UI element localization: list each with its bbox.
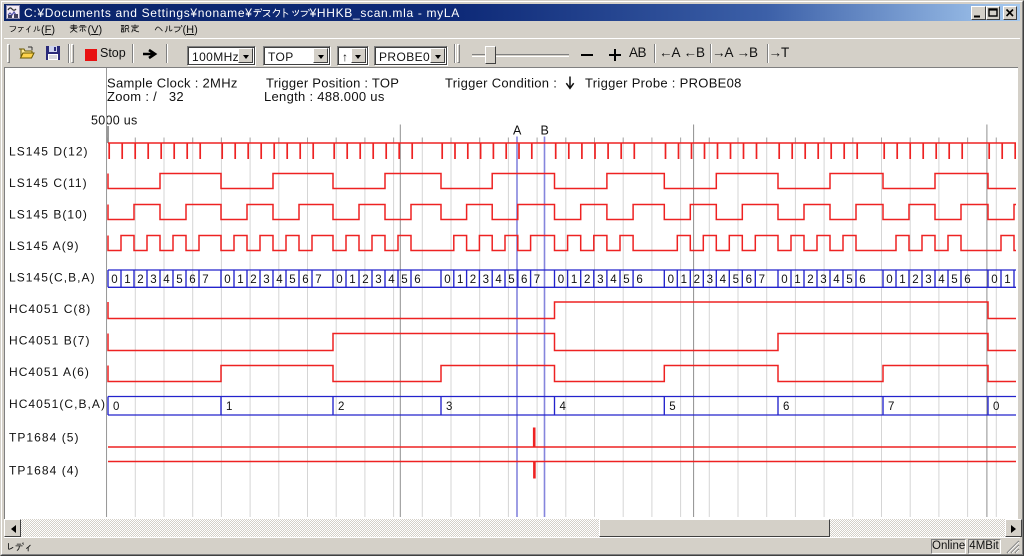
- svg-text:LS145 A(9): LS145 A(9): [9, 239, 80, 253]
- svg-text:5: 5: [508, 274, 514, 286]
- svg-text:0: 0: [444, 274, 450, 286]
- svg-text:3: 3: [375, 274, 381, 286]
- svg-text:A: A: [513, 124, 522, 138]
- svg-text:0: 0: [224, 274, 230, 286]
- svg-text:2: 2: [338, 401, 344, 413]
- svg-text:3: 3: [263, 274, 269, 286]
- svg-text:2: 2: [584, 274, 590, 286]
- svg-text:7: 7: [888, 401, 894, 413]
- svg-text:6: 6: [746, 274, 752, 286]
- svg-text:6: 6: [964, 274, 970, 286]
- svg-text:3: 3: [820, 274, 826, 286]
- svg-text:0: 0: [993, 401, 999, 413]
- svg-text:B: B: [541, 124, 549, 138]
- svg-text:5: 5: [289, 274, 295, 286]
- svg-text:1: 1: [457, 274, 463, 286]
- svg-text:5: 5: [401, 274, 407, 286]
- svg-text:6: 6: [859, 274, 865, 286]
- svg-text:1: 1: [1004, 274, 1010, 286]
- svg-text:2: 2: [807, 274, 813, 286]
- svg-text:6: 6: [636, 274, 642, 286]
- svg-text:5: 5: [669, 401, 675, 413]
- svg-text:5: 5: [623, 274, 629, 286]
- svg-text:LS145 C(11): LS145 C(11): [9, 176, 88, 190]
- svg-text:0: 0: [336, 274, 342, 286]
- svg-text:2: 2: [137, 274, 143, 286]
- svg-text:1: 1: [237, 274, 243, 286]
- svg-text:5: 5: [176, 274, 182, 286]
- svg-text:LS145 D(12): LS145 D(12): [9, 145, 89, 159]
- svg-text:3: 3: [483, 274, 489, 286]
- svg-text:5: 5: [846, 274, 852, 286]
- svg-text:0: 0: [111, 274, 117, 286]
- svg-text:0: 0: [781, 274, 787, 286]
- svg-text:5: 5: [951, 274, 957, 286]
- svg-text:7: 7: [759, 274, 765, 286]
- svg-text:3: 3: [597, 274, 603, 286]
- svg-text:2: 2: [250, 274, 256, 286]
- svg-text:1: 1: [226, 401, 232, 413]
- svg-text:7: 7: [534, 274, 540, 286]
- svg-text:Zoom : / 32: Zoom : / 32: [107, 89, 184, 104]
- svg-text:2: 2: [470, 274, 476, 286]
- svg-text:4: 4: [388, 274, 395, 286]
- svg-text:HC4051 B(7): HC4051 B(7): [9, 334, 91, 348]
- svg-text:4: 4: [833, 274, 840, 286]
- svg-text:7: 7: [315, 274, 321, 286]
- svg-text:3: 3: [925, 274, 931, 286]
- svg-text:LS145 B(10): LS145 B(10): [9, 208, 88, 222]
- svg-text:3: 3: [707, 274, 713, 286]
- svg-text:0: 0: [991, 274, 997, 286]
- svg-text:4: 4: [938, 274, 945, 286]
- svg-text:6: 6: [302, 274, 308, 286]
- svg-text:HC4051 C(8): HC4051 C(8): [9, 302, 91, 316]
- svg-text:Trigger Condition :: Trigger Condition :: [445, 76, 557, 91]
- svg-text:4: 4: [495, 274, 502, 286]
- svg-text:6: 6: [189, 274, 195, 286]
- svg-text:1: 1: [124, 274, 130, 286]
- svg-text:Length : 488.000 us: Length : 488.000 us: [264, 89, 385, 104]
- svg-text:4: 4: [163, 274, 170, 286]
- svg-text:5: 5: [733, 274, 739, 286]
- svg-text:HC4051 A(6): HC4051 A(6): [9, 365, 90, 379]
- svg-text:2: 2: [362, 274, 368, 286]
- svg-text:0: 0: [668, 274, 674, 286]
- svg-text:6: 6: [521, 274, 527, 286]
- svg-text:4: 4: [720, 274, 727, 286]
- svg-text:1: 1: [681, 274, 687, 286]
- svg-text:1: 1: [794, 274, 800, 286]
- svg-text:4: 4: [276, 274, 283, 286]
- svg-text:4: 4: [610, 274, 617, 286]
- svg-text:LS145(C,B,A): LS145(C,B,A): [9, 271, 96, 285]
- svg-text:5000 us: 5000 us: [91, 114, 138, 128]
- svg-text:2: 2: [694, 274, 700, 286]
- svg-text:1: 1: [349, 274, 355, 286]
- svg-text:1: 1: [899, 274, 905, 286]
- svg-text:6: 6: [414, 274, 420, 286]
- svg-text:Trigger Probe : PROBE08: Trigger Probe : PROBE08: [585, 76, 742, 91]
- svg-text:3: 3: [446, 401, 452, 413]
- svg-text:0: 0: [886, 274, 892, 286]
- svg-text:0: 0: [113, 401, 119, 413]
- svg-text:2: 2: [912, 274, 918, 286]
- svg-text:4: 4: [560, 401, 567, 413]
- svg-text:0: 0: [558, 274, 564, 286]
- svg-text:1: 1: [571, 274, 577, 286]
- svg-text:6: 6: [783, 401, 789, 413]
- svg-text:3: 3: [150, 274, 156, 286]
- svg-text:7: 7: [202, 274, 208, 286]
- svg-text:TP1684 (5): TP1684 (5): [9, 431, 80, 445]
- svg-text:HC4051(C,B,A): HC4051(C,B,A): [9, 397, 106, 411]
- svg-text:TP1684 (4): TP1684 (4): [9, 464, 80, 478]
